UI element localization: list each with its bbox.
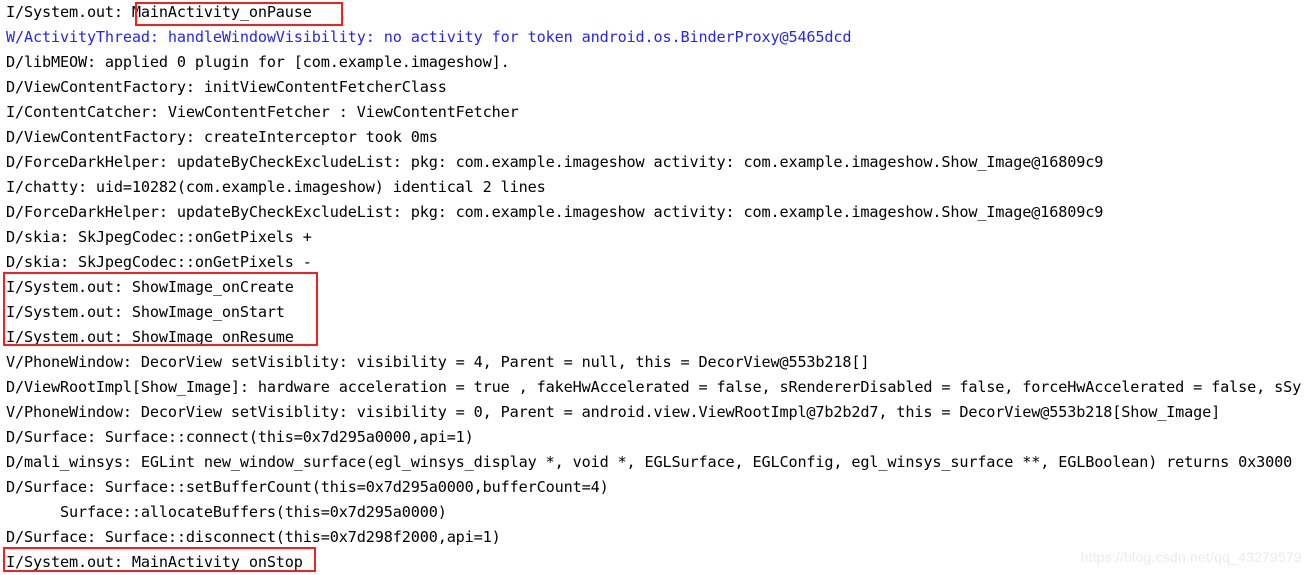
log-line: I/ContentCatcher: ViewContentFetcher : V… bbox=[6, 103, 519, 121]
log-line: D/ViewContentFactory: createInterceptor … bbox=[6, 128, 438, 146]
log-line: D/Surface: Surface::connect(this=0x7d295… bbox=[6, 428, 474, 446]
log-line: D/skia: SkJpegCodec::onGetPixels - bbox=[6, 253, 312, 271]
log-line: I/System.out: ShowImage_onStart bbox=[6, 303, 285, 321]
log-line: D/ForceDarkHelper: updateByCheckExcludeL… bbox=[6, 153, 1104, 171]
logcat-line-list: I/System.out: MainActivity_onPause W/Acti… bbox=[0, 0, 1308, 573]
log-line: Surface::allocateBuffers(this=0x7d295a00… bbox=[6, 503, 447, 521]
log-line: D/Surface: Surface::disconnect(this=0x7d… bbox=[6, 528, 501, 546]
logcat-console[interactable]: I/System.out: MainActivity_onPause W/Acti… bbox=[0, 0, 1308, 573]
log-line: I/System.out: ShowImage_onResume bbox=[6, 328, 294, 346]
log-line: V/PhoneWindow: DecorView setVisiblity: v… bbox=[6, 403, 1221, 421]
log-line: D/libMEOW: applied 0 plugin for [com.exa… bbox=[6, 53, 510, 71]
log-line: W/ActivityThread: handleWindowVisibility… bbox=[6, 28, 852, 46]
log-line: I/System.out: MainActivity_onStop bbox=[6, 553, 303, 571]
log-line: I/chatty: uid=10282(com.example.imagesho… bbox=[6, 178, 546, 196]
log-line: I/System.out: ShowImage_onCreate bbox=[6, 278, 294, 296]
log-line: D/Surface: Surface::setBufferCount(this=… bbox=[6, 478, 609, 496]
log-line: D/mali_winsys: EGLint new_window_surface… bbox=[6, 453, 1293, 471]
log-line: D/skia: SkJpegCodec::onGetPixels + bbox=[6, 228, 312, 246]
log-line: I/System.out: MainActivity_onPause bbox=[6, 3, 312, 21]
log-line: D/ViewRootImpl[Show_Image]: hardware acc… bbox=[6, 378, 1302, 396]
csdn-watermark: https://blog.csdn.net/qq_43279579 bbox=[1080, 549, 1302, 565]
log-line: D/ViewContentFactory: initViewContentFet… bbox=[6, 78, 447, 96]
log-line: V/PhoneWindow: DecorView setVisiblity: v… bbox=[6, 353, 870, 371]
log-line: D/ForceDarkHelper: updateByCheckExcludeL… bbox=[6, 203, 1104, 221]
